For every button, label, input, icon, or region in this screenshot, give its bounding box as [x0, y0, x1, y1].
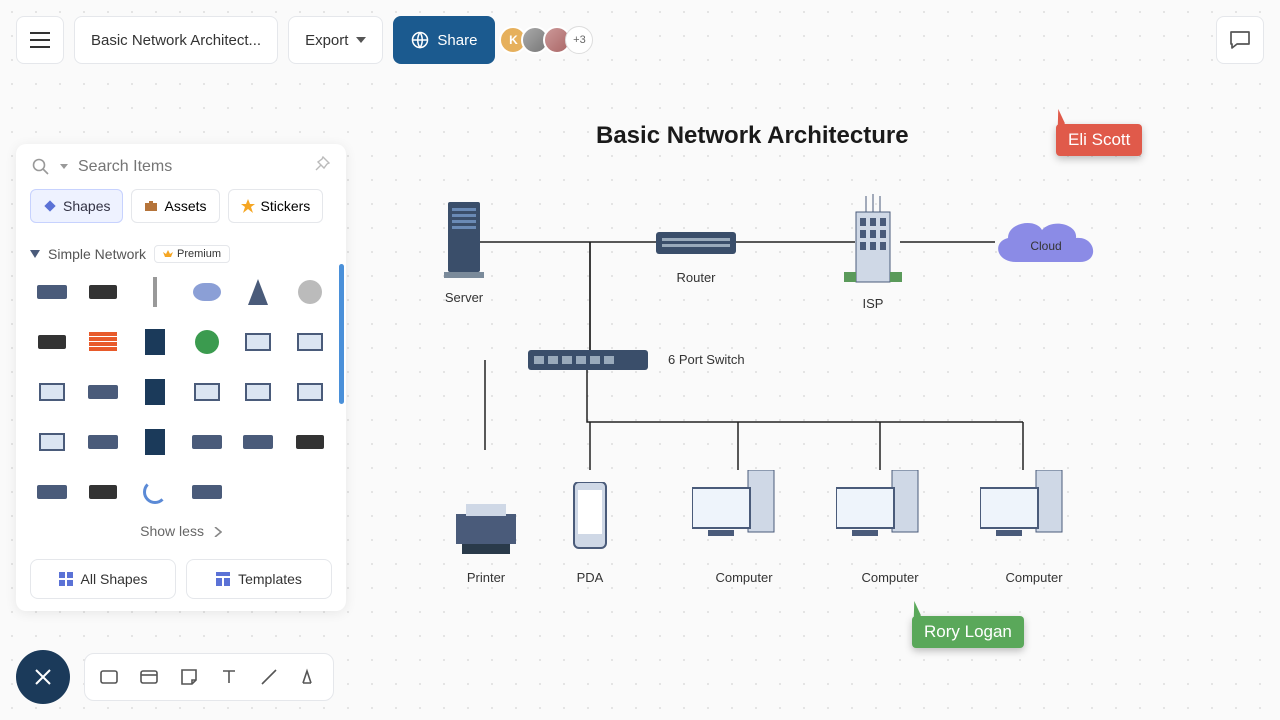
shape-item[interactable] [288, 321, 332, 363]
share-button[interactable]: Share [393, 16, 495, 64]
template-icon [216, 572, 230, 586]
shape-item[interactable] [30, 271, 74, 313]
node-label: Server [434, 290, 494, 305]
tab-assets[interactable]: Assets [131, 189, 219, 223]
search-icon [32, 158, 50, 176]
server-node[interactable] [444, 202, 484, 278]
chevron-right-icon [214, 527, 222, 537]
shape-item[interactable] [288, 271, 332, 313]
computer-node[interactable] [980, 470, 1068, 556]
node-label: 6 Port Switch [668, 352, 778, 367]
shape-item[interactable] [82, 471, 126, 513]
rectangle-tool[interactable] [97, 665, 121, 689]
document-title[interactable]: Basic Network Architect... [74, 16, 278, 64]
shape-item[interactable] [82, 321, 126, 363]
shape-item[interactable] [30, 321, 74, 363]
shape-item[interactable] [288, 421, 332, 463]
shape-grid [16, 271, 346, 513]
shape-item[interactable] [30, 371, 74, 413]
briefcase-icon [144, 199, 158, 213]
shape-item[interactable] [237, 321, 281, 363]
diagram-title[interactable]: Basic Network Architecture [596, 122, 909, 150]
shape-item[interactable] [185, 421, 229, 463]
menu-button[interactable] [16, 16, 64, 64]
tab-shapes[interactable]: Shapes [30, 189, 123, 223]
diamond-icon [43, 199, 57, 213]
all-shapes-button[interactable]: All Shapes [30, 559, 176, 599]
node-label: Computer [994, 570, 1074, 585]
shape-item[interactable] [82, 421, 126, 463]
svg-text:Cloud: Cloud [1030, 239, 1061, 253]
shape-item[interactable] [185, 321, 229, 363]
search-input[interactable] [78, 158, 304, 176]
shape-item[interactable] [82, 271, 126, 313]
collapse-icon [30, 250, 40, 258]
panel-scrollbar[interactable] [339, 264, 344, 404]
shape-item[interactable] [133, 371, 177, 413]
collaborator-cursor: Rory Logan [912, 602, 1024, 648]
shape-item[interactable] [133, 471, 177, 513]
printer-node[interactable] [448, 500, 524, 560]
switch-node[interactable] [528, 350, 648, 374]
shape-item[interactable] [30, 471, 74, 513]
show-less-button[interactable]: Show less [16, 513, 346, 549]
star-icon [241, 199, 255, 213]
chevron-down-icon [60, 164, 68, 170]
premium-badge: Premium [154, 245, 230, 263]
tab-stickers[interactable]: Stickers [228, 189, 324, 223]
top-toolbar: Basic Network Architect... Export Share … [16, 16, 1264, 64]
collaborator-cursor: Eli Scott [1056, 110, 1142, 156]
shape-item[interactable] [133, 421, 177, 463]
shape-item[interactable] [237, 271, 281, 313]
close-button[interactable] [16, 650, 70, 704]
shape-item[interactable] [185, 371, 229, 413]
text-tool[interactable] [217, 665, 241, 689]
grid-icon [59, 572, 73, 586]
node-label: Computer [850, 570, 930, 585]
avatar-more[interactable]: +3 [565, 26, 593, 54]
bottom-toolbar [16, 650, 334, 704]
node-label: Computer [704, 570, 784, 585]
pda-node[interactable] [570, 482, 610, 552]
shape-item[interactable] [133, 271, 177, 313]
export-button[interactable]: Export [288, 16, 383, 64]
collaborator-avatars[interactable]: K +3 [505, 26, 593, 54]
node-label: Router [666, 270, 726, 285]
router-node[interactable] [656, 226, 736, 262]
shape-item[interactable] [288, 371, 332, 413]
computer-node[interactable] [692, 470, 780, 556]
line-tool[interactable] [257, 665, 281, 689]
computer-node[interactable] [836, 470, 924, 556]
shape-item[interactable] [185, 271, 229, 313]
shape-item[interactable] [82, 371, 126, 413]
globe-icon [411, 31, 429, 49]
node-label: ISP [856, 296, 890, 311]
shapes-panel: Shapes Assets Stickers Simple Network Pr… [16, 144, 346, 611]
shape-item[interactable] [133, 321, 177, 363]
isp-node[interactable] [838, 194, 908, 294]
node-label: PDA [566, 570, 614, 585]
pin-icon[interactable] [314, 156, 330, 177]
shape-item[interactable] [30, 421, 74, 463]
close-icon [34, 668, 52, 686]
shape-item[interactable] [237, 421, 281, 463]
panel-tabs: Shapes Assets Stickers [16, 189, 346, 235]
category-header[interactable]: Simple Network Premium [16, 235, 346, 271]
comment-button[interactable] [1216, 16, 1264, 64]
shape-item[interactable] [237, 371, 281, 413]
shape-item[interactable] [185, 471, 229, 513]
note-tool[interactable] [177, 665, 201, 689]
card-tool[interactable] [137, 665, 161, 689]
pen-tool[interactable] [297, 665, 321, 689]
templates-button[interactable]: Templates [186, 559, 332, 599]
node-label: Printer [456, 570, 516, 585]
cloud-node[interactable]: Cloud [986, 212, 1106, 278]
